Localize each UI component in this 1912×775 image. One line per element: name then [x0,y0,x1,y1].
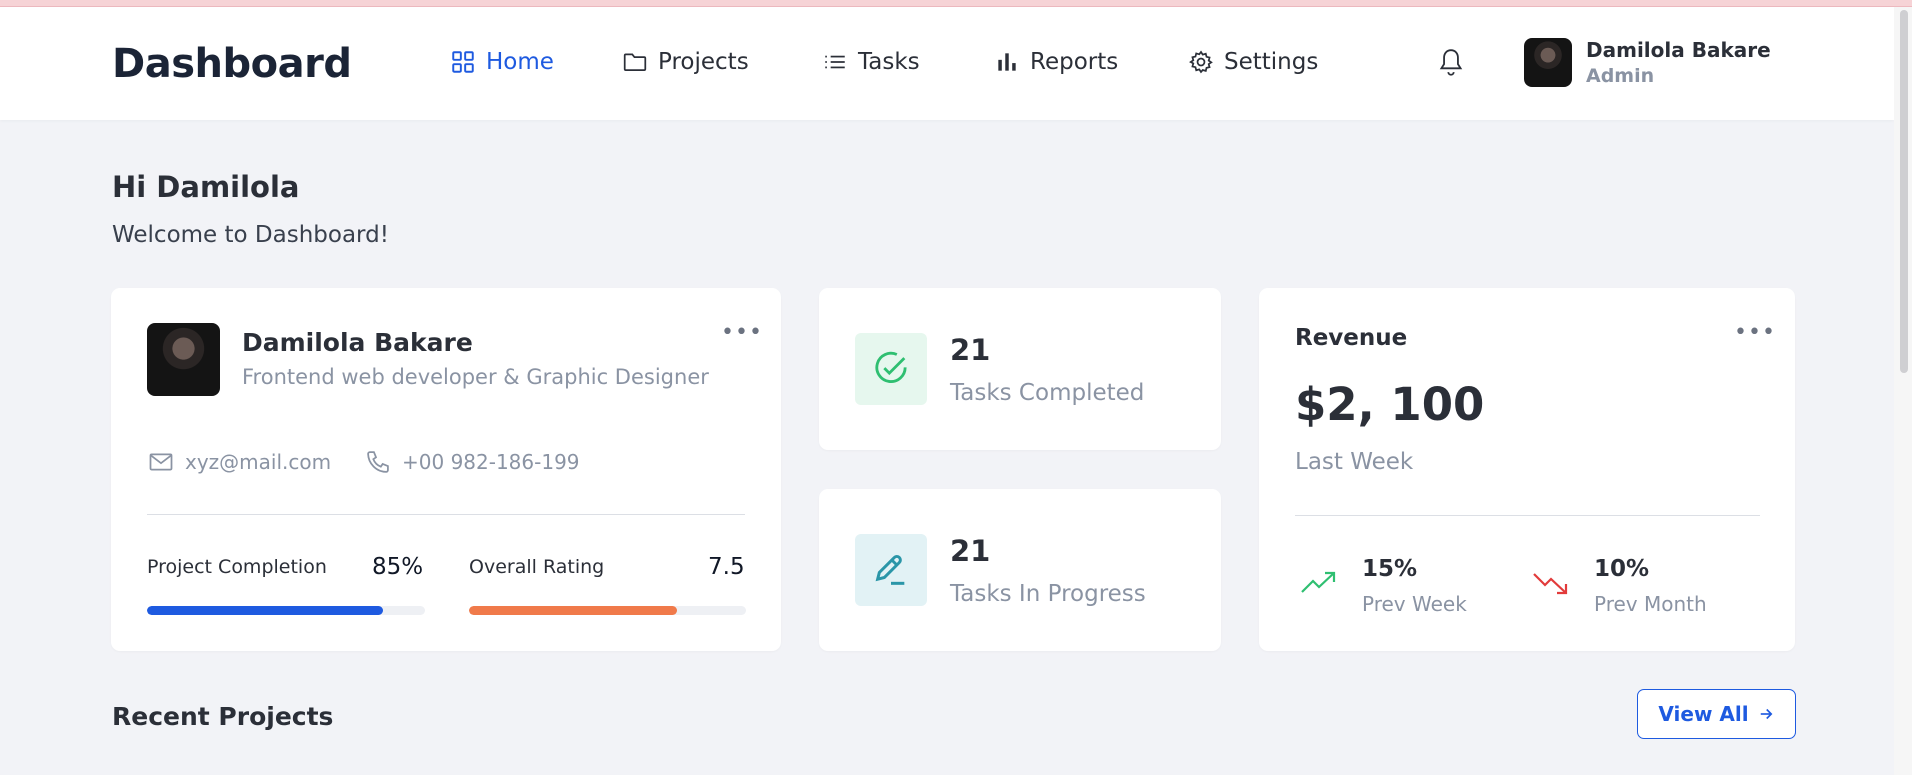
prev-month-percent: 10% [1594,556,1650,582]
top-accent-line [0,0,1912,7]
nav-label-settings: Settings [1224,49,1319,75]
profile-more-menu[interactable]: ••• [721,322,763,344]
nav-item-home[interactable]: Home [450,49,554,75]
rating-progress-fill [469,606,677,615]
profile-phone[interactable]: +00 982-186-199 [364,448,580,476]
revenue-title: Revenue [1295,325,1408,351]
bell-icon[interactable] [1438,47,1464,79]
mail-icon [149,453,173,471]
avatar [1524,38,1572,87]
profile-card: Damilola Bakare Frontend web developer &… [111,288,781,651]
profile-avatar [147,323,220,396]
recent-projects-title: Recent Projects [112,702,334,731]
revenue-amount: $2, 100 [1295,378,1485,431]
nav-label-home: Home [486,49,554,75]
tasks-completed-card: 21 Tasks Completed [819,288,1221,450]
tasks-in-progress-label: Tasks In Progress [950,581,1146,607]
grid-icon [452,51,474,73]
nav-label-projects: Projects [658,49,749,75]
completion-progress-fill [147,606,384,615]
tasks-completed-count: 21 [950,333,991,367]
profile-role: Frontend web developer & Graphic Designe… [242,365,709,389]
completion-value: 85% [372,554,424,580]
greeting-title: Hi Damilola [112,170,300,204]
scrollbar-thumb[interactable] [1900,10,1908,373]
phone-icon [367,451,389,473]
tasks-in-progress-count: 21 [950,534,991,568]
nav-item-tasks[interactable]: Tasks [822,49,920,75]
rating-progress [469,606,746,615]
greeting-subtitle: Welcome to Dashboard! [112,222,389,248]
rating-label: Overall Rating [469,556,605,578]
bar-chart-icon [998,53,1016,71]
profile-divider [147,514,745,515]
trend-down-icon [1533,573,1568,595]
trend-up-icon [1301,571,1336,593]
list-icon [825,55,845,69]
tasks-completed-label: Tasks Completed [950,380,1145,406]
revenue-card: Revenue ••• $2, 100 Last Week 15% Prev W… [1259,288,1795,651]
pen-icon [855,534,927,606]
nav-label-reports: Reports [1030,49,1119,75]
profile-name: Damilola Bakare [242,328,473,357]
prev-week-percent: 15% [1362,556,1418,582]
prev-week-label: Prev Week [1362,592,1467,616]
nav-label-tasks: Tasks [858,49,920,75]
email-text: xyz@mail.com [185,450,332,474]
completion-label: Project Completion [147,556,327,578]
brand-title: Dashboard [112,41,352,87]
revenue-period: Last Week [1295,449,1414,475]
revenue-divider [1295,515,1760,516]
user-name: Damilola Bakare [1586,38,1771,62]
gear-icon [1189,50,1213,74]
tasks-in-progress-card: 21 Tasks In Progress [819,489,1221,651]
user-menu[interactable]: Damilola Bakare Admin [1524,38,1771,87]
rating-value: 7.5 [708,554,745,580]
check-circle-icon [855,333,927,405]
revenue-more-menu[interactable]: ••• [1734,322,1776,344]
navbar: Dashboard Home Projects Tasks Reports Se… [0,7,1894,120]
completion-progress [147,606,425,615]
user-role: Admin [1586,65,1655,87]
nav-item-settings[interactable]: Settings [1188,49,1318,75]
nav-item-reports[interactable]: Reports [994,49,1118,75]
folder-icon [623,53,647,71]
phone-text: +00 982-186-199 [402,450,580,474]
view-all-button[interactable]: View All [1637,689,1796,739]
prev-month-label: Prev Month [1594,592,1707,616]
arrow-right-icon [1760,708,1773,720]
view-all-label: View All [1658,702,1749,726]
profile-email[interactable]: xyz@mail.com [147,448,331,476]
nav-item-projects[interactable]: Projects [622,49,749,75]
